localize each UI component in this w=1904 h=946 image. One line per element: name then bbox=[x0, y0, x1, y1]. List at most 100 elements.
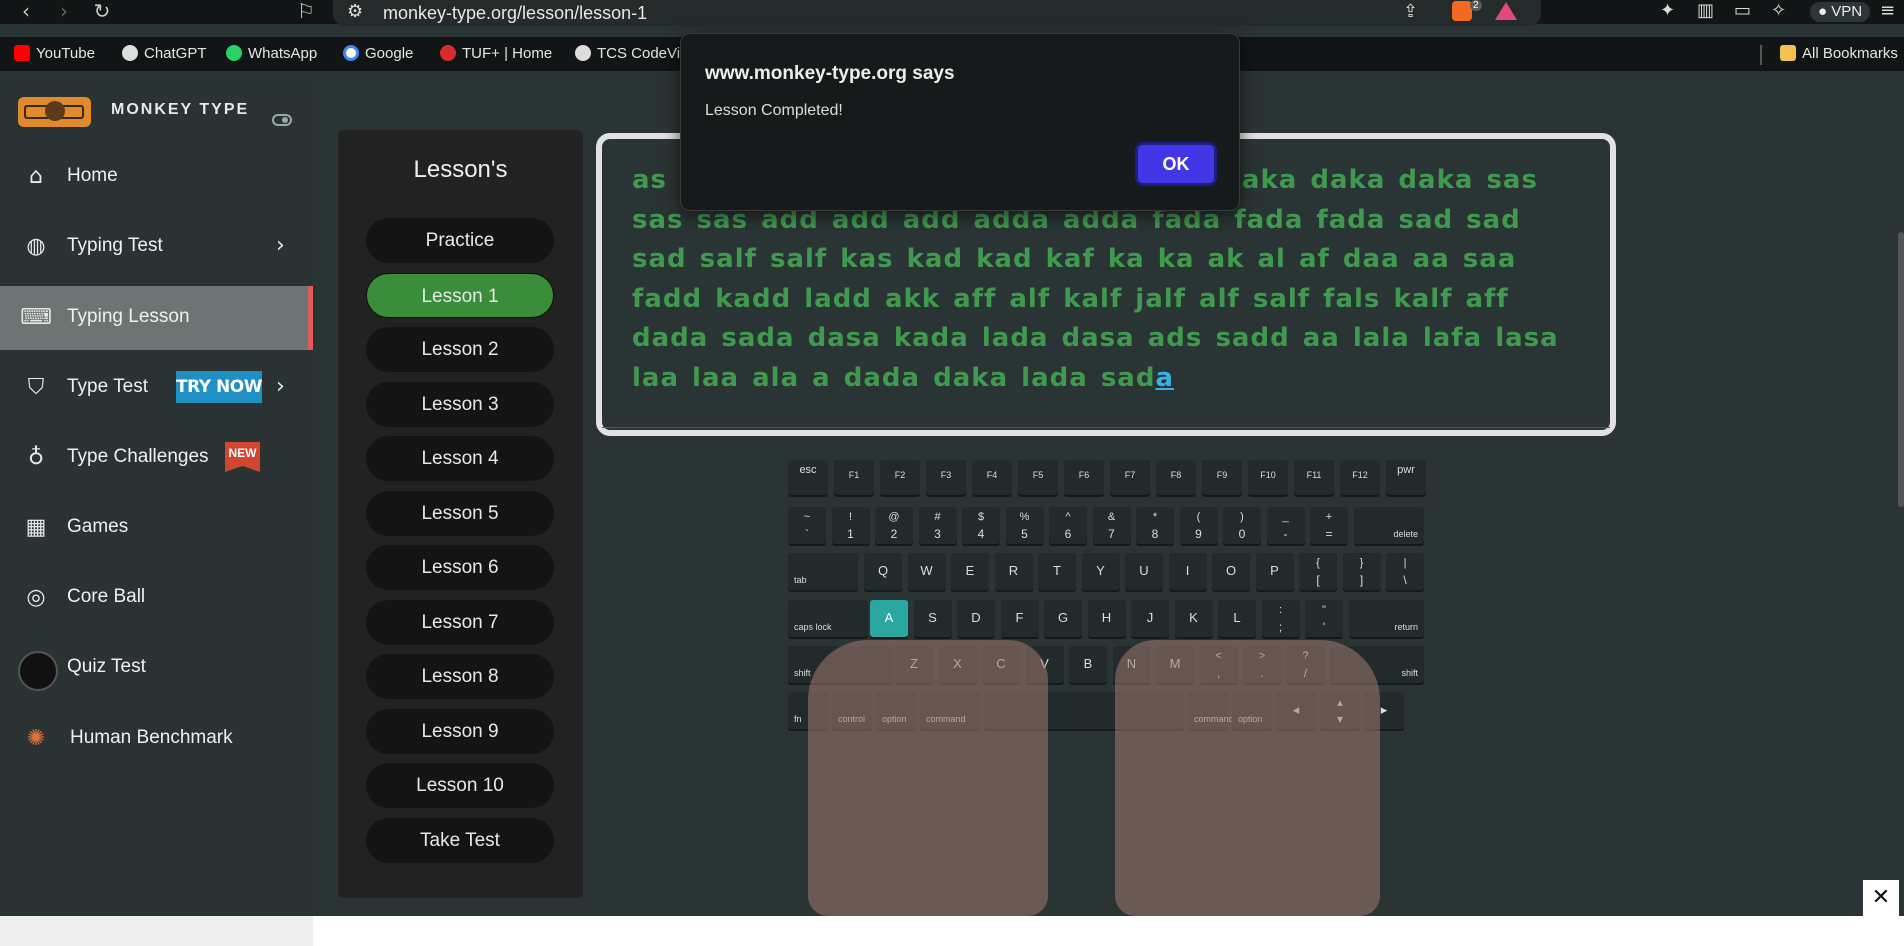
key-f10[interactable]: F10 bbox=[1248, 460, 1288, 495]
key-r[interactable]: R bbox=[994, 553, 1033, 590]
key--[interactable]: _ - bbox=[1266, 507, 1305, 544]
key-1[interactable]: ! 1 bbox=[831, 507, 870, 544]
extensions-icon[interactable]: ✦ bbox=[1660, 0, 1675, 21]
bookmark-youtube[interactable]: YouTube bbox=[14, 45, 95, 62]
address-bar[interactable]: ⚙ monkey-type.org/lesson/lesson-1 ⇪ bbox=[333, 0, 1541, 26]
key-y[interactable]: Y bbox=[1081, 553, 1120, 590]
key-h[interactable]: H bbox=[1087, 600, 1126, 637]
key-f1[interactable]: F1 bbox=[834, 460, 874, 495]
share-icon[interactable]: ⇪ bbox=[1403, 1, 1418, 22]
bookmark-google[interactable]: Google bbox=[343, 45, 413, 62]
brave-rewards-icon[interactable] bbox=[1495, 2, 1517, 20]
key-7[interactable]: & 7 bbox=[1092, 507, 1131, 544]
key-b[interactable]: B bbox=[1069, 646, 1107, 683]
key-f5[interactable]: F5 bbox=[1018, 460, 1058, 495]
key-a[interactable]: A bbox=[870, 600, 908, 637]
lesson-5-button[interactable]: Lesson 5 bbox=[366, 491, 554, 536]
key-return[interactable]: return bbox=[1348, 600, 1424, 637]
lesson-practice-button[interactable]: Practice bbox=[366, 218, 554, 263]
key-8[interactable]: * 8 bbox=[1136, 507, 1174, 544]
key-f3[interactable]: F3 bbox=[926, 460, 966, 495]
key-e[interactable]: E bbox=[951, 553, 989, 590]
sidebar-item-typing-test[interactable]: ◍ Typing Test › bbox=[0, 215, 313, 279]
key-o[interactable]: O bbox=[1212, 553, 1250, 590]
key-f4[interactable]: F4 bbox=[972, 460, 1012, 495]
key-symbol[interactable]: {[ bbox=[1299, 553, 1337, 590]
lesson-6-button[interactable]: Lesson 6 bbox=[366, 545, 554, 590]
key-f2[interactable]: F2 bbox=[880, 460, 920, 495]
lesson-2-button[interactable]: Lesson 2 bbox=[366, 327, 554, 372]
forward-icon[interactable]: › bbox=[52, 0, 76, 24]
ok-button[interactable]: OK bbox=[1135, 142, 1217, 186]
sidebar-item-home[interactable]: ⌂ Home bbox=[0, 145, 313, 209]
key-u[interactable]: U bbox=[1125, 553, 1163, 590]
key-0[interactable]: ) 0 bbox=[1223, 507, 1261, 544]
lesson-4-button[interactable]: Lesson 4 bbox=[366, 436, 554, 481]
lesson-9-button[interactable]: Lesson 9 bbox=[366, 709, 554, 754]
key-symbol[interactable]: :; bbox=[1261, 600, 1300, 637]
key-esc[interactable]: esc bbox=[788, 460, 828, 495]
brave-shield-icon[interactable] bbox=[1452, 1, 1472, 21]
bookmark-chatgpt[interactable]: ChatGPT bbox=[122, 45, 207, 62]
back-icon[interactable]: ‹ bbox=[14, 0, 38, 24]
key-l[interactable]: L bbox=[1218, 600, 1256, 637]
url-text[interactable]: monkey-type.org/lesson/lesson-1 bbox=[383, 3, 647, 24]
menu-icon[interactable]: ≡ bbox=[1880, 0, 1895, 21]
key-5[interactable]: % 5 bbox=[1005, 507, 1044, 544]
key-g[interactable]: G bbox=[1044, 600, 1082, 637]
lesson-1-button[interactable]: Lesson 1 bbox=[366, 273, 554, 318]
theme-toggle-icon[interactable] bbox=[272, 114, 292, 126]
key-f11[interactable]: F11 bbox=[1294, 460, 1334, 495]
key-p[interactable]: P bbox=[1255, 553, 1294, 590]
key-tab[interactable]: tab bbox=[788, 553, 858, 590]
key-f8[interactable]: F8 bbox=[1156, 460, 1196, 495]
lesson-3-button[interactable]: Lesson 3 bbox=[366, 382, 554, 427]
key-4[interactable]: $4 bbox=[962, 507, 1000, 544]
key-9[interactable]: (9 bbox=[1179, 507, 1218, 544]
key-caps-lock[interactable]: caps lock bbox=[788, 600, 868, 637]
close-icon[interactable]: ✕ bbox=[1863, 880, 1899, 916]
sidebar-item-type-challenges[interactable]: ♁ Type Challenges NEW bbox=[0, 426, 313, 490]
key-f6[interactable]: F6 bbox=[1064, 460, 1104, 495]
bookmark-tcs[interactable]: TCS CodeVi bbox=[575, 45, 680, 62]
key-q[interactable]: Q bbox=[864, 553, 902, 590]
bookmark-whatsapp[interactable]: WhatsApp bbox=[226, 45, 317, 62]
reload-icon[interactable]: ↻ bbox=[90, 0, 114, 24]
take-test-button[interactable]: Take Test bbox=[366, 818, 554, 863]
key-delete[interactable]: delete bbox=[1353, 507, 1424, 544]
bookmark-icon[interactable]: ⚐ bbox=[294, 0, 318, 24]
key-f7[interactable]: F7 bbox=[1110, 460, 1150, 495]
sidebar-item-type-test[interactable]: ⛉ Type Test TRY NOW › bbox=[0, 356, 313, 420]
key-3[interactable]: #3 bbox=[918, 507, 957, 544]
key-2[interactable]: @2 bbox=[875, 507, 913, 544]
key-f[interactable]: F bbox=[1000, 600, 1039, 637]
key-f9[interactable]: F9 bbox=[1202, 460, 1242, 495]
sidebar-item-games[interactable]: ▦ Games bbox=[0, 496, 313, 560]
sidebar-item-core-ball[interactable]: ◎ Core Ball bbox=[0, 566, 313, 630]
lesson-8-button[interactable]: Lesson 8 bbox=[366, 654, 554, 699]
key-f12[interactable]: F12 bbox=[1340, 460, 1380, 495]
vpn-button[interactable]: ● VPN bbox=[1810, 2, 1871, 22]
key-6[interactable]: ^ 6 bbox=[1049, 507, 1087, 544]
lesson-7-button[interactable]: Lesson 7 bbox=[366, 600, 554, 645]
sidebar-item-human-benchmark[interactable]: ✺ Human Benchmark bbox=[0, 707, 313, 771]
page-scrollbar[interactable] bbox=[1898, 232, 1904, 507]
sidebar-item-typing-lesson[interactable]: ⌨ Typing Lesson bbox=[0, 286, 313, 350]
key-=[interactable]: + = bbox=[1310, 507, 1348, 544]
all-bookmarks[interactable]: All Bookmarks bbox=[1780, 45, 1898, 62]
key-symbol[interactable]: " ' bbox=[1305, 600, 1343, 637]
monkey-type-logo[interactable] bbox=[18, 97, 91, 127]
key-w[interactable]: W bbox=[907, 553, 946, 590]
key-pwr[interactable]: pwr bbox=[1386, 460, 1426, 495]
bookmark-tuf[interactable]: TUF+ | Home bbox=[440, 45, 552, 62]
key-symbol[interactable]: }] bbox=[1342, 553, 1381, 590]
key-i[interactable]: I bbox=[1168, 553, 1207, 590]
key-j[interactable]: J bbox=[1131, 600, 1169, 637]
key-t[interactable]: T bbox=[1038, 553, 1076, 590]
site-settings-icon[interactable]: ⚙ bbox=[347, 1, 363, 22]
lesson-10-button[interactable]: Lesson 10 bbox=[366, 763, 554, 808]
leo-icon[interactable]: ✧ bbox=[1771, 0, 1786, 21]
key-k[interactable]: K bbox=[1174, 600, 1213, 637]
wallet-icon[interactable]: ▭ bbox=[1734, 0, 1751, 21]
key-s[interactable]: S bbox=[913, 600, 952, 637]
